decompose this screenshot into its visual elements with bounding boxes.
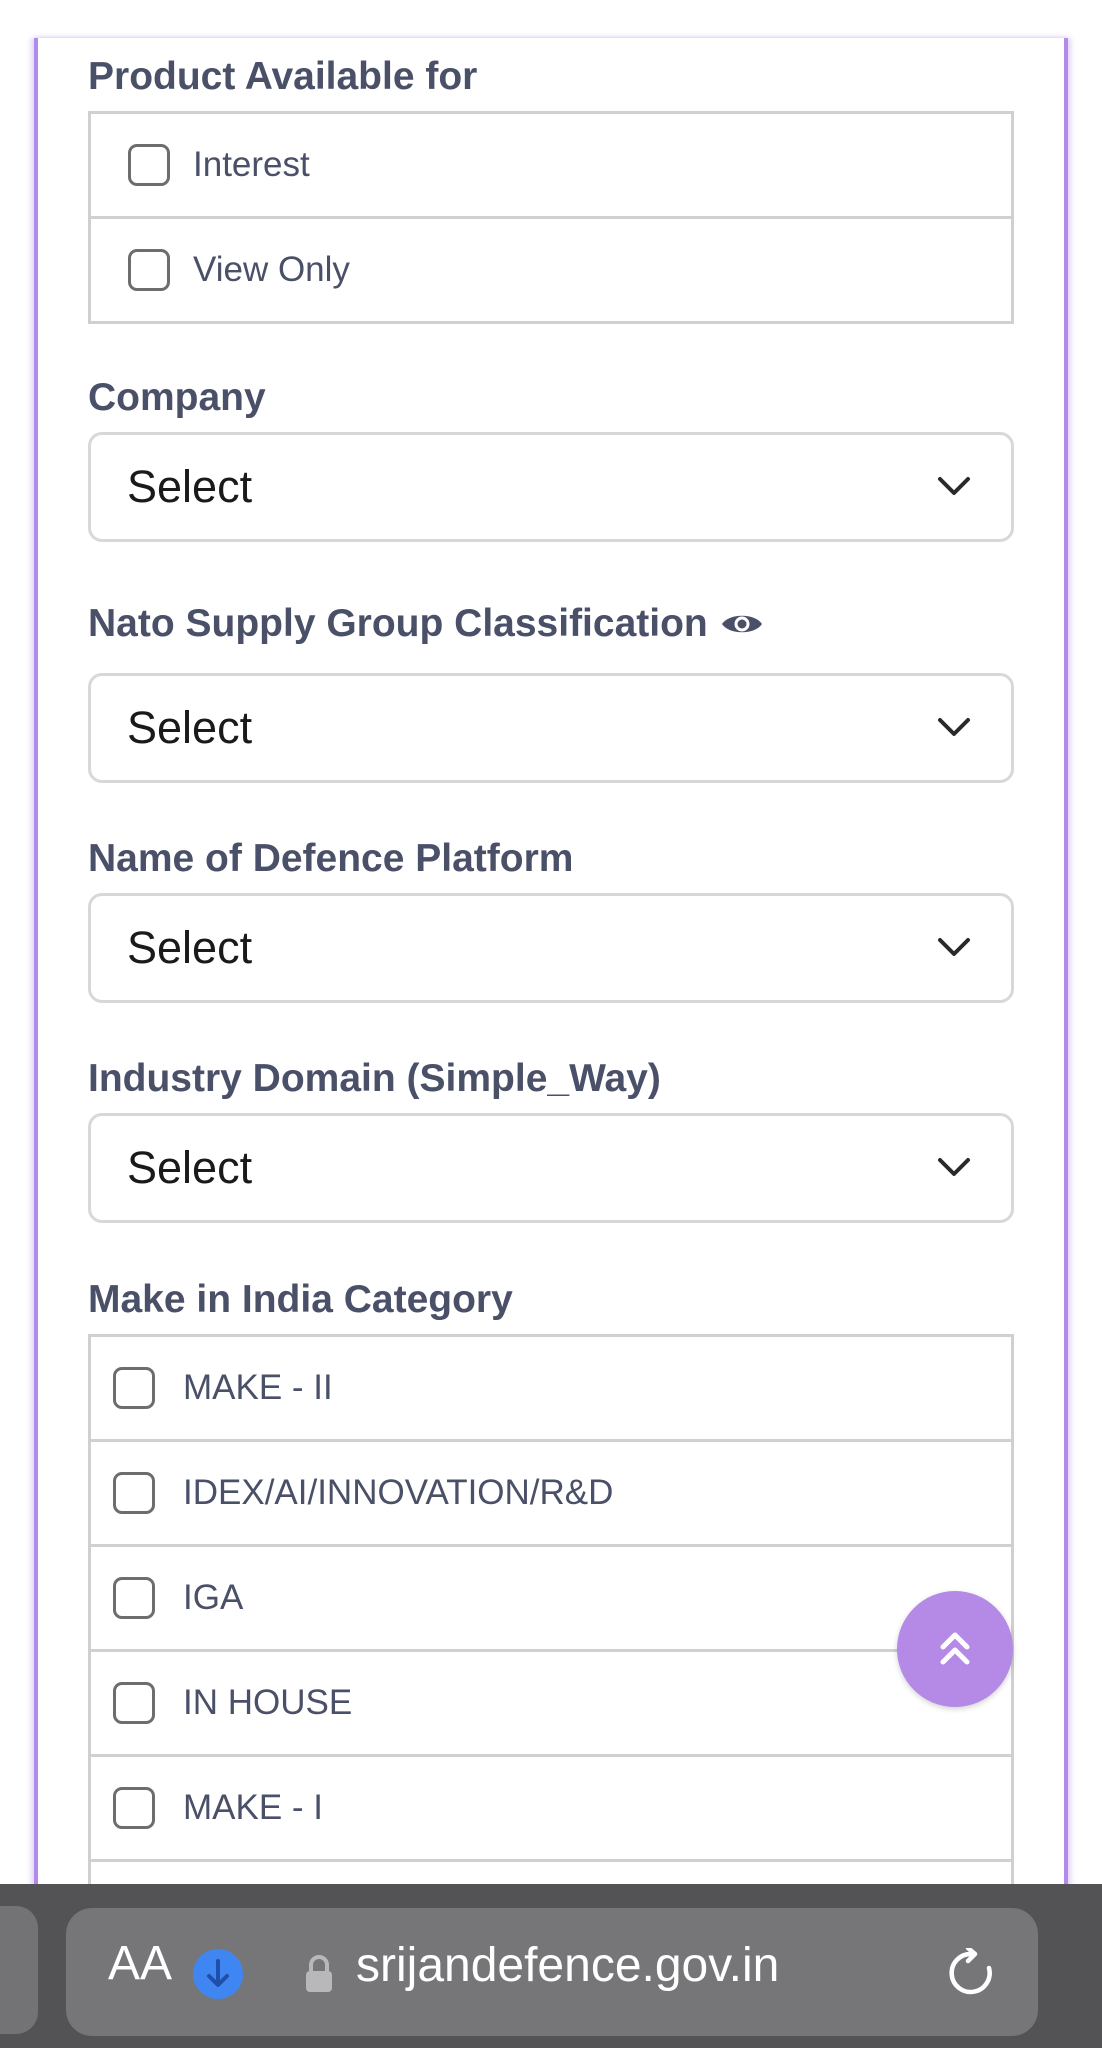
reload-icon[interactable] xyxy=(946,1945,996,2003)
previous-tab-preview[interactable] xyxy=(0,1906,38,2034)
company-label: Company xyxy=(88,376,266,420)
platform-select[interactable]: Select xyxy=(88,893,1014,1003)
checkbox[interactable] xyxy=(113,1787,155,1829)
text-size-label: AA xyxy=(108,1937,173,1990)
address-bar[interactable]: AA srijandefence.gov.in xyxy=(66,1908,1038,2036)
download-icon[interactable] xyxy=(192,1948,244,2005)
checkbox-row-interest[interactable]: Interest xyxy=(91,114,1011,219)
chevron-down-icon xyxy=(938,938,970,956)
checkbox-row-iga[interactable]: IGA xyxy=(91,1547,1011,1652)
checkbox-label: Interest xyxy=(193,145,310,184)
nato-select-value: Select xyxy=(127,702,253,753)
checkbox[interactable] xyxy=(128,249,170,291)
make-in-india-label: Make in India Category xyxy=(88,1278,513,1322)
company-label-text: Company xyxy=(88,376,266,419)
product-available-list: Interest View Only xyxy=(88,111,1014,324)
industry-label: Industry Domain (Simple_Way) xyxy=(88,1057,661,1101)
industry-label-text: Industry Domain (Simple_Way) xyxy=(88,1057,661,1100)
checkbox-row-in-house[interactable]: IN HOUSE xyxy=(91,1652,1011,1757)
browser-toolbar: AA srijandefence.gov.in xyxy=(0,1884,1102,2048)
checkbox-label: MAKE - I xyxy=(183,1788,324,1827)
product-available-label: Product Available for xyxy=(88,55,477,99)
checkbox-label: IDEX/AI/INNOVATION/R&D xyxy=(183,1473,614,1512)
checkbox-row-idex[interactable]: IDEX/AI/INNOVATION/R&D xyxy=(91,1442,1011,1547)
checkbox[interactable] xyxy=(113,1472,155,1514)
lock-icon xyxy=(304,1954,334,1999)
chevron-down-icon xyxy=(938,718,970,736)
checkbox-row-make-ii[interactable]: MAKE - II xyxy=(91,1337,1011,1442)
industry-select-value: Select xyxy=(127,1142,253,1193)
company-select[interactable]: Select xyxy=(88,432,1014,542)
platform-select-value: Select xyxy=(127,922,253,973)
chevron-down-icon xyxy=(938,477,970,495)
checkbox-label: IN HOUSE xyxy=(183,1683,353,1722)
checkbox[interactable] xyxy=(128,144,170,186)
checkbox-row-make-i[interactable]: MAKE - I xyxy=(91,1757,1011,1862)
product-available-label-text: Product Available for xyxy=(88,55,478,98)
nato-select[interactable]: Select xyxy=(88,673,1014,783)
platform-label: Name of Defence Platform xyxy=(88,837,573,881)
make-in-india-label-text: Make in India Category xyxy=(88,1278,513,1321)
checkbox-label: MAKE - II xyxy=(183,1368,333,1407)
text-size-button[interactable]: AA xyxy=(108,1936,172,1991)
checkbox-row-view-only[interactable]: View Only xyxy=(91,219,1011,321)
platform-label-text: Name of Defence Platform xyxy=(88,837,574,880)
checkbox[interactable] xyxy=(113,1367,155,1409)
industry-select[interactable]: Select xyxy=(88,1113,1014,1223)
company-select-value: Select xyxy=(127,461,253,512)
chevron-down-icon xyxy=(938,1158,970,1176)
eye-icon[interactable] xyxy=(720,609,764,639)
make-in-india-list: MAKE - II IDEX/AI/INNOVATION/R&D IGA IN … xyxy=(88,1334,1014,1894)
scroll-to-top-button[interactable] xyxy=(897,1591,1013,1707)
double-chevron-up-icon xyxy=(940,1632,970,1665)
checkbox-label: IGA xyxy=(183,1578,244,1617)
checkbox[interactable] xyxy=(113,1577,155,1619)
url-text: srijandefence.gov.in xyxy=(356,1939,780,1992)
checkbox-label: View Only xyxy=(193,250,350,289)
nato-label: Nato Supply Group Classification xyxy=(88,602,764,646)
checkbox[interactable] xyxy=(113,1682,155,1724)
nato-label-text: Nato Supply Group Classification xyxy=(88,602,708,645)
